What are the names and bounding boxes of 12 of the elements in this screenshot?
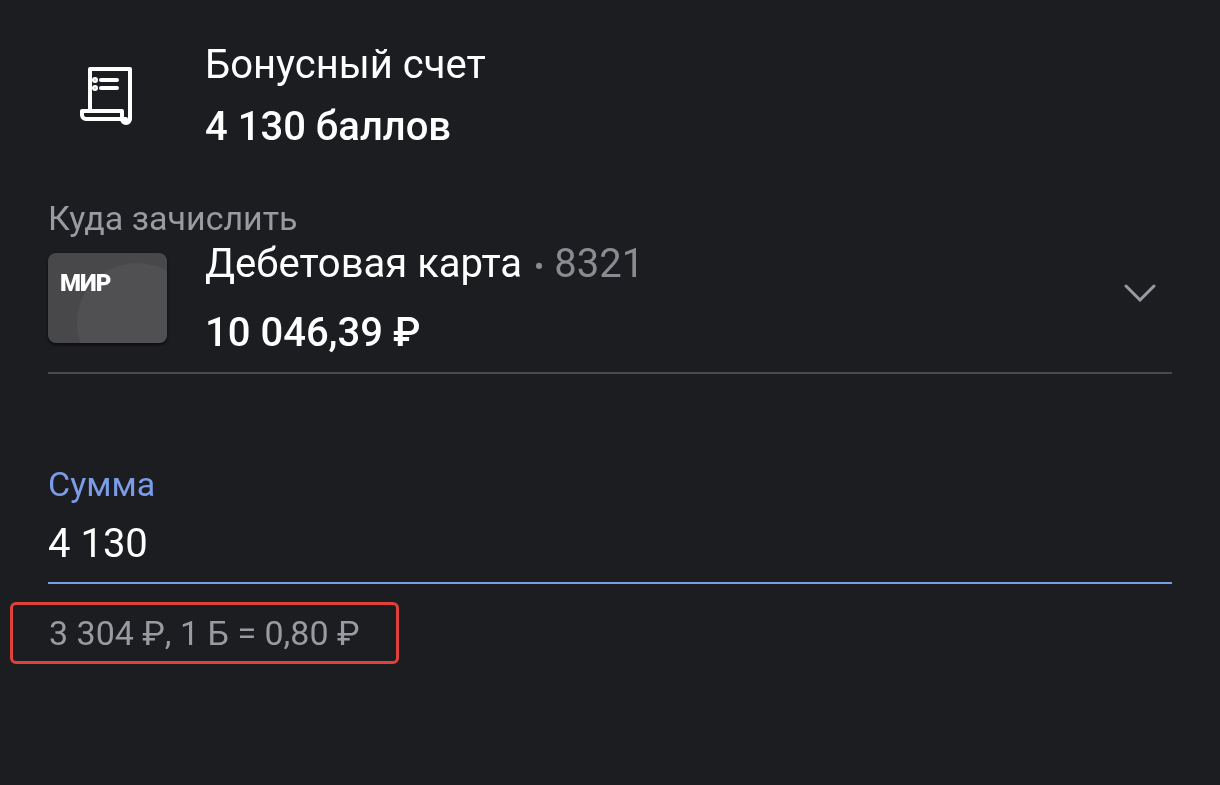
account-title: Бонусный счет: [205, 41, 486, 89]
card-logo: МИР: [60, 271, 111, 295]
conversion-hint: 3 304 ₽, 1 Б = 0,80 ₽: [49, 613, 360, 653]
card-balance: 10 046,39 ₽: [205, 308, 422, 357]
card-number: 8321: [554, 239, 645, 288]
chevron-down-icon: [1124, 284, 1156, 302]
amount-field[interactable]: Сумма 4 130: [48, 462, 1172, 584]
separator-dot: •: [534, 247, 545, 286]
card-name: Дебетовая карта: [205, 239, 523, 288]
account-balance: 4 130 баллов: [205, 103, 453, 151]
section-label: Куда зачислить: [48, 197, 299, 240]
card-selector[interactable]: МИР Дебетовая карта • 8321 10 046,39 ₽: [48, 240, 1172, 374]
